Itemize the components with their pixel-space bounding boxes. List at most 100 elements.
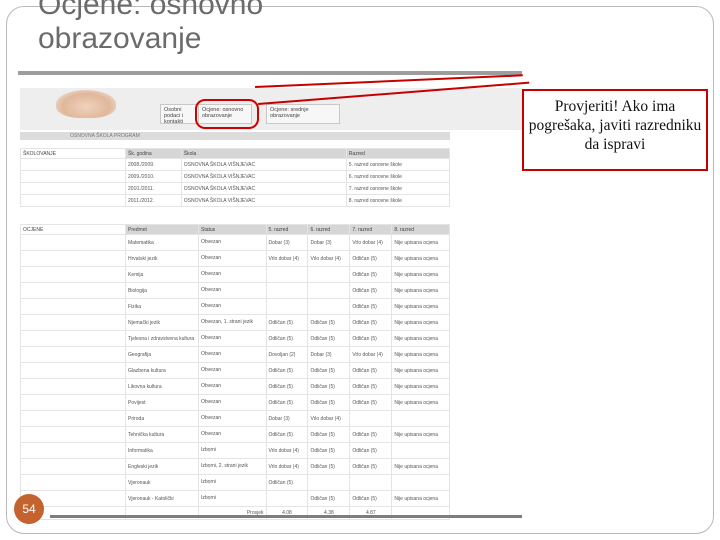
- grade-cell: Njemački jezik: [125, 314, 199, 331]
- grades-row: Hrvatski jezik Obvezan Vrlo dobar (4) Vrlo …: [20, 250, 450, 267]
- grade-cell: Nije upisana ocjena: [391, 330, 450, 347]
- grades-row: Likovna kultura Obvezan Odličan (5) Odličan…: [20, 378, 450, 395]
- grades-label: OCJENE: [20, 224, 126, 235]
- grades-spacer: [20, 378, 126, 395]
- grades-spacer: [20, 282, 126, 299]
- grades-row: Kemija Obvezan Odličan (5) Nije upisana ocj…: [20, 266, 450, 283]
- grade-cell: Odličan (5): [307, 490, 351, 507]
- grade-cell: [307, 266, 351, 283]
- grade-cell: Nije upisana ocjena: [391, 234, 450, 251]
- schooling-column-header: Šk. godina: [125, 148, 182, 159]
- grade-cell: Obvezan: [198, 250, 267, 267]
- grade-cell: Odličan (5): [307, 442, 351, 459]
- grade-cell: Odličan (5): [265, 362, 309, 379]
- grade-cell: Odličan (5): [349, 442, 393, 459]
- grade-cell: Vjeronauk - Katolički: [125, 490, 199, 507]
- grade-cell: Odličan (5): [349, 282, 393, 299]
- schooling-cell: 7. razred osnovne škole: [345, 182, 451, 195]
- section-header: OSNOVNA ŠKOLA PROGRAM: [20, 132, 450, 140]
- grades-row: Biologija Obvezan Odličan (5) Nije upisana …: [20, 282, 450, 299]
- grade-cell: [349, 474, 393, 491]
- grade-cell: Odličan (5): [349, 266, 393, 283]
- schooling-table: ŠKOLOVANJE Šk. godina Škola Razred 2008./200…: [20, 148, 451, 207]
- grade-cell: Odličan (5): [349, 330, 393, 347]
- grades-column-header: 8. razred: [391, 224, 450, 235]
- schooling-row: 2009./2010. OSNOVNA ŠKOLA VIŠNJEVAC 6. raz…: [20, 170, 451, 183]
- schooling-cell: 2011./2012.: [125, 194, 182, 207]
- schooling-cell: 5. razred osnovne škole: [345, 158, 451, 171]
- grades-spacer: [20, 314, 126, 331]
- grade-cell: Hrvatski jezik: [125, 250, 199, 267]
- grade-cell: Tjelesna i zdravstvena kultura: [125, 330, 199, 347]
- grade-cell: [391, 442, 450, 459]
- schooling-row: 2011./2012. OSNOVNA ŠKOLA VIŠNJEVAC 8. raz…: [20, 194, 451, 207]
- grades-spacer: [20, 298, 126, 315]
- grade-cell: Fizika: [125, 298, 199, 315]
- grade-cell: Izborni: [198, 474, 267, 491]
- grade-cell: Nije upisana ocjena: [391, 378, 450, 395]
- grade-cell: [391, 474, 450, 491]
- grade-cell: Odličan (5): [349, 362, 393, 379]
- grade-cell: Odličan (5): [349, 394, 393, 411]
- grades-spacer: [20, 362, 126, 379]
- callout-box: Provjeriti! Ako ima pogrešaka, javiti ra…: [522, 89, 708, 171]
- schooling-cell: 8. razred osnovne škole: [345, 194, 451, 207]
- grade-cell: [265, 266, 309, 283]
- grade-cell: Dovoljan (2): [265, 346, 309, 363]
- grade-cell: Dobar (3): [265, 410, 309, 427]
- grade-cell: Odličan (5): [307, 458, 351, 475]
- grade-cell: Odličan (5): [265, 378, 309, 395]
- portrait-image: [56, 90, 116, 118]
- grade-cell: [265, 282, 309, 299]
- grade-cell: Odličan (5): [307, 378, 351, 395]
- grade-cell: Odličan (5): [307, 426, 351, 443]
- grades-column-header: Status: [198, 224, 267, 235]
- grade-cell: Nije upisana ocjena: [391, 314, 450, 331]
- title-divider: [18, 71, 522, 75]
- grade-cell: Obvezan: [198, 362, 267, 379]
- grade-cell: Glazbena kultura: [125, 362, 199, 379]
- grade-cell: Obvezan, 1. strani jezik: [198, 314, 267, 331]
- schooling-spacer: [20, 170, 126, 183]
- grades-row: Njemački jezik Obvezan, 1. strani jezik Od…: [20, 314, 450, 331]
- grade-cell: Nije upisana ocjena: [391, 282, 450, 299]
- grade-cell: Odličan (5): [349, 314, 393, 331]
- schooling-spacer: [20, 158, 126, 171]
- grades-row: Fizika Obvezan Odličan (5) Nije upisana ocj…: [20, 298, 450, 315]
- grade-cell: Vrlo dobar (4): [349, 234, 393, 251]
- grades-spacer: [20, 346, 126, 363]
- grades-spacer: [20, 250, 126, 267]
- grade-cell: Obvezan: [198, 330, 267, 347]
- grades-row: Geografija Obvezan Dovoljan (2) Dobar (3) Vr…: [20, 346, 450, 363]
- tab-personal-data[interactable]: Osobni podaci i kontakti: [160, 104, 200, 125]
- schooling-cell: 2009./2010.: [125, 170, 182, 183]
- grades-spacer: [20, 330, 126, 347]
- grades-row: Vjeronauk - Katolički Izborni Odličan (5) O…: [20, 490, 450, 507]
- tab-secondary-grades[interactable]: Ocjene: srednje obrazovanje: [266, 104, 340, 124]
- grades-table: OCJENE Predmet Status 5. razred 6. razred 7. …: [20, 224, 450, 520]
- grade-cell: Odličan (5): [265, 426, 309, 443]
- slide-title: Ocjene: osnovno obrazovanje: [38, 0, 518, 56]
- grade-cell: Odličan (5): [349, 458, 393, 475]
- grade-cell: Odličan (5): [265, 314, 309, 331]
- grade-cell: Nije upisana ocjena: [391, 298, 450, 315]
- grade-cell: Obvezan: [198, 346, 267, 363]
- grades-row: Informatika Izborni Vrlo dobar (4) Odličan …: [20, 442, 450, 459]
- grade-cell: Odličan (5): [307, 330, 351, 347]
- schooling-spacer: [20, 182, 126, 195]
- schooling-row: 2008./2009. OSNOVNA ŠKOLA VIŠNJEVAC 5. raz…: [20, 158, 451, 171]
- grade-cell: [307, 282, 351, 299]
- slide-title-line1: Ocjene: osnovno: [38, 0, 264, 21]
- grade-cell: Obvezan: [198, 282, 267, 299]
- schooling-label: ŠKOLOVANJE: [20, 148, 126, 159]
- schooling-cell: OSNOVNA ŠKOLA VIŠNJEVAC: [180, 194, 347, 207]
- grades-column-header: 5. razred: [265, 224, 309, 235]
- grade-cell: Odličan (5): [307, 362, 351, 379]
- grades-spacer: [20, 474, 126, 491]
- grade-cell: Vrlo dobar (4): [349, 346, 393, 363]
- grade-cell: Biologija: [125, 282, 199, 299]
- grade-cell: [391, 410, 450, 427]
- schooling-row: 2010./2011. OSNOVNA ŠKOLA VIŠNJEVAC 7. raz…: [20, 182, 451, 195]
- grade-cell: Izborni: [198, 442, 267, 459]
- grades-spacer: [20, 234, 126, 251]
